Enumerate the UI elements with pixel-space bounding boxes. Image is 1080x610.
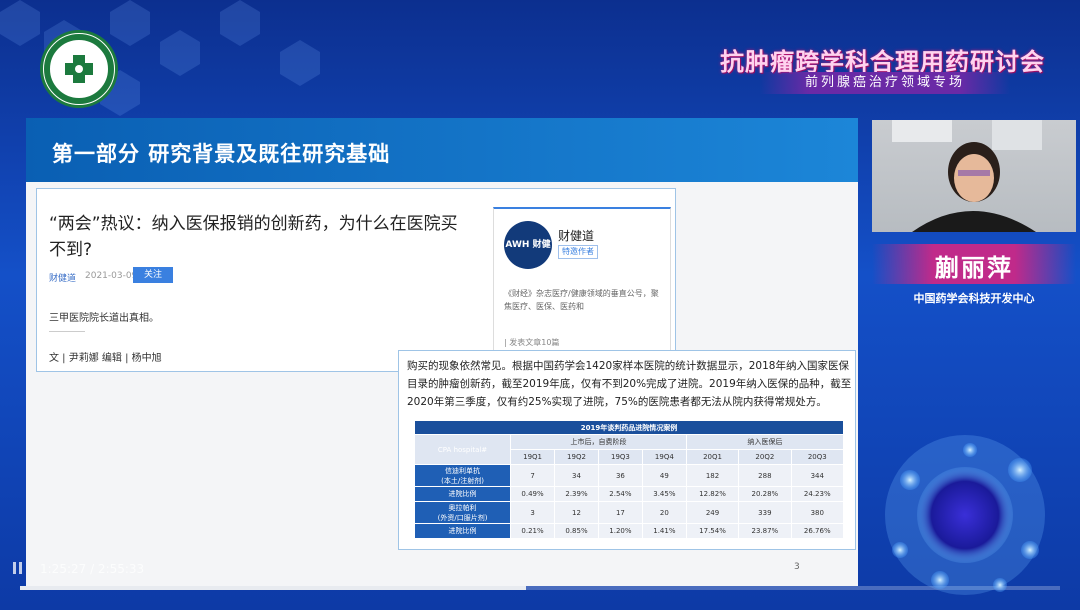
author-badge: 特邀作者 bbox=[558, 245, 598, 259]
article-screenshot: “两会”热议：纳入医保报销的创新药，为什么在医院买不到? 财健道 2021-03… bbox=[36, 188, 676, 372]
table-cell: 0.85% bbox=[554, 523, 599, 539]
slide-section-title: 第一部分 研究背景及既往研究基础 bbox=[52, 142, 391, 166]
table-cell: 0.49% bbox=[510, 486, 556, 502]
cell-illustration bbox=[885, 435, 1045, 595]
article-byline: 文 | 尹莉娜 编辑 | 杨中旭 bbox=[49, 353, 162, 364]
table-cell: 12 bbox=[554, 501, 599, 524]
speaker-video bbox=[872, 120, 1076, 232]
follow-button: 关注 bbox=[133, 267, 173, 283]
article-lead: 三甲医院院长道出真相。 bbox=[49, 313, 159, 324]
table-group-header: 上市后，自费阶段 bbox=[510, 434, 687, 450]
article-divider bbox=[49, 331, 85, 332]
table-row: 奥拉帕利 (外资/口服片剂) 3 12 17 20 249 339 380 bbox=[413, 501, 845, 524]
table-cell: 17 bbox=[597, 501, 643, 524]
article-date: 2021-03-09 bbox=[85, 271, 138, 281]
table-cell: 2.39% bbox=[554, 486, 599, 502]
speaker-name: 蒯丽萍 bbox=[935, 254, 1013, 282]
table-group-row: CPA hospital# 上市后，自费阶段 纳入医保后 bbox=[413, 434, 845, 465]
video-progress-fill bbox=[20, 586, 527, 590]
table-cell: 0.21% bbox=[510, 523, 556, 539]
table-cell: 3.45% bbox=[641, 486, 687, 502]
table-cell: 1.41% bbox=[641, 523, 687, 539]
table-cell: 12.82% bbox=[685, 486, 740, 502]
table-cell: 344 bbox=[790, 464, 845, 487]
table-row-label: 信迪利单抗 (本土/注射剂) bbox=[413, 464, 512, 487]
conference-subtitle: 前列腺癌治疗领域专场 bbox=[760, 72, 1010, 94]
table-row-label: 进院比例 bbox=[413, 523, 512, 539]
foundation-logo bbox=[40, 30, 118, 108]
author-avatar: AWH 财健道 bbox=[504, 221, 552, 298]
article-source: 财健道 bbox=[49, 274, 77, 284]
table-quarter-header: 19Q2 bbox=[554, 449, 599, 465]
hospital-entry-table: 2019年谈判药品进院情况案例 CPA hospital# 上市后，自费阶段 纳入医保… bbox=[413, 420, 845, 539]
article-title: “两会”热议：纳入医保报销的创新药，为什么在医院买不到? bbox=[49, 214, 458, 260]
speaker-organization: 中国药学会科技开发中心 bbox=[913, 292, 1035, 305]
table-cell: 26.76% bbox=[790, 523, 845, 539]
table-row: 信迪利单抗 (本土/注射剂) 7 34 36 49 182 288 344 bbox=[413, 464, 845, 487]
table-caption: 2019年谈判药品进院情况案例 bbox=[414, 420, 844, 435]
table-cell: 2.54% bbox=[597, 486, 643, 502]
author-article-count: | 发表文章10篇 bbox=[504, 338, 560, 347]
table-cell: 20.28% bbox=[738, 486, 792, 502]
table-cell: 24.23% bbox=[790, 486, 845, 502]
table-quarter-header: 19Q3 bbox=[597, 449, 643, 465]
foundation-logo-icon bbox=[44, 34, 114, 104]
table-cell: 49 bbox=[641, 464, 687, 487]
table-row: 进院比例 0.49% 2.39% 2.54% 3.45% 12.82% 20.28% 24.2… bbox=[413, 486, 845, 502]
table-quarter-header: 19Q4 bbox=[641, 449, 687, 465]
table-cell: 17.54% bbox=[685, 523, 740, 539]
table-cell: 3 bbox=[510, 501, 556, 524]
presentation-slide: 第一部分 研究背景及既往研究基础 “两会”热议：纳入医保报销的创新药，为什么在医… bbox=[26, 118, 858, 586]
speaker-portrait bbox=[892, 120, 1042, 232]
table-caption-row: 2019年谈判药品进院情况案例 bbox=[414, 420, 844, 435]
table-cell: 288 bbox=[738, 464, 792, 487]
author-card: AWH 财健道 财健道 特邀作者 《财经》杂志医疗/健康领域的垂直公号，聚焦医疗… bbox=[493, 207, 671, 367]
table-cell: 380 bbox=[790, 501, 845, 524]
slide-page-number: 3 bbox=[794, 562, 800, 572]
table-quarter-header: 19Q1 bbox=[510, 449, 556, 465]
table-row: 进院比例 0.21% 0.85% 1.20% 1.41% 17.54% 23.87% 26.7… bbox=[413, 523, 845, 539]
table-quarter-header: 20Q3 bbox=[790, 449, 845, 465]
table-row-label: 进院比例 bbox=[413, 486, 512, 502]
table-quarter-header: 20Q1 bbox=[685, 449, 740, 465]
author-description: 《财经》杂志医疗/健康领域的垂直公号，聚焦医疗、医保、医药和 bbox=[504, 289, 659, 311]
video-time: 1:25:27 / 2:55:33 bbox=[40, 562, 145, 576]
speaker-name-bar: 蒯丽萍 bbox=[872, 244, 1076, 284]
table-cell: 339 bbox=[738, 501, 792, 524]
table-cell: 23.87% bbox=[738, 523, 792, 539]
table-corner: CPA hospital# bbox=[413, 434, 512, 465]
pause-icon[interactable] bbox=[12, 562, 26, 576]
author-name: 财健道 bbox=[558, 229, 595, 243]
table-cell: 1.20% bbox=[597, 523, 643, 539]
table-cell: 7 bbox=[510, 464, 556, 487]
table-cell: 20 bbox=[641, 501, 687, 524]
table-cell: 34 bbox=[554, 464, 599, 487]
table-cell: 249 bbox=[685, 501, 740, 524]
table-row-label: 奥拉帕利 (外资/口服片剂) bbox=[413, 501, 512, 524]
table-cell: 36 bbox=[597, 464, 643, 487]
slide-header: 第一部分 研究背景及既往研究基础 bbox=[26, 118, 858, 182]
table-quarter-header: 20Q2 bbox=[738, 449, 792, 465]
excerpt-text: 购买的现象依然常见。根据中国药学会1420家样本医院的统计数据显示，2018年纳… bbox=[407, 360, 852, 408]
table-group-header: 纳入医保后 bbox=[685, 434, 845, 450]
table-cell: 182 bbox=[685, 464, 740, 487]
